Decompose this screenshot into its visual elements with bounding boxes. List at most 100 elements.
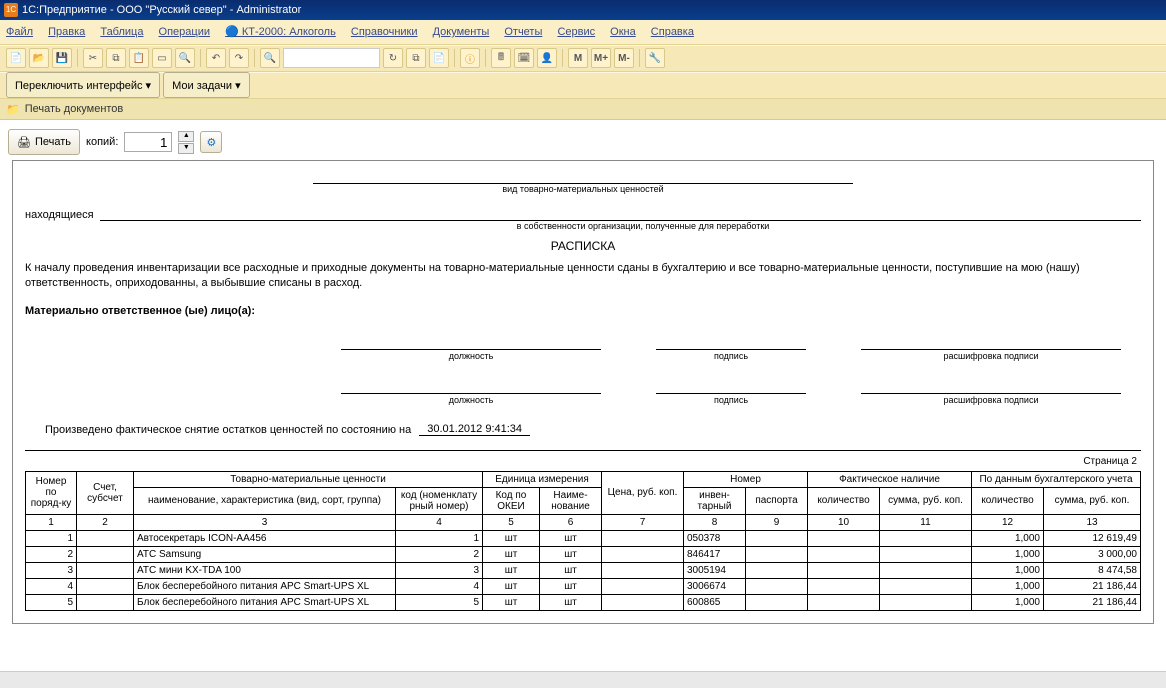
refresh-icon[interactable]: ↻ xyxy=(383,48,403,68)
wrench-icon[interactable]: 🔧 xyxy=(645,48,665,68)
calc-icon[interactable]: 🖩 xyxy=(491,48,511,68)
cell-uname: шт xyxy=(540,578,602,594)
memory-m-icon[interactable]: M xyxy=(568,48,588,68)
print-label: Печать xyxy=(35,136,71,148)
menu-table[interactable]: Таблица xyxy=(100,26,143,38)
memory-minus-icon[interactable]: M- xyxy=(614,48,634,68)
calendar-icon[interactable]: 🗓 xyxy=(514,48,534,68)
cell-okei: шт xyxy=(483,562,540,578)
cut-icon[interactable]: ✂ xyxy=(83,48,103,68)
copies-label: копий: xyxy=(86,136,118,148)
copies-down-icon[interactable]: ▼ xyxy=(178,143,194,154)
menu-file[interactable]: Файл xyxy=(6,26,33,38)
cell-n: 5 xyxy=(26,594,77,610)
menu-windows[interactable]: Окна xyxy=(610,26,636,38)
signature-caption: подпись xyxy=(656,351,806,361)
cell-n: 3 xyxy=(26,562,77,578)
settings-button[interactable]: ⚙ xyxy=(200,131,222,153)
memory-plus-icon[interactable]: M+ xyxy=(591,48,611,68)
menu-help[interactable]: Справка xyxy=(651,26,694,38)
document-title-bar: 📁 Печать документов xyxy=(0,99,1166,120)
undo-icon[interactable]: ↶ xyxy=(206,48,226,68)
cell-fact-sum xyxy=(880,562,972,578)
contacts-icon[interactable]: 👤 xyxy=(537,48,557,68)
th-tmc-name: наименование, характеристика (вид, сорт,… xyxy=(134,487,396,514)
cell-inv-no: 846417 xyxy=(684,546,746,562)
document-window-title: Печать документов xyxy=(25,103,124,115)
position-line xyxy=(341,335,601,350)
cell-fact-qty xyxy=(808,546,880,562)
title-bar: 1С:Предприятие - ООО "Русский север" - A… xyxy=(0,0,1166,20)
inventory-table: Номер по поряд-ку Счет, субсчет Товарно-… xyxy=(25,471,1141,611)
cell-inv-no: 050378 xyxy=(684,530,746,546)
find-icon[interactable]: 🔍 xyxy=(175,48,195,68)
th-unit-okei: Код по ОКЕИ xyxy=(483,487,540,514)
copy-icon[interactable]: ⧉ xyxy=(106,48,126,68)
cell-fact-sum xyxy=(880,578,972,594)
cell-book-qty: 1,000 xyxy=(972,578,1044,594)
table-row: 3АТС мини KX-TDA 1003штшт30051941,0008 4… xyxy=(26,562,1141,578)
cell-inv-no: 3006674 xyxy=(684,578,746,594)
zoom-combo[interactable] xyxy=(283,48,380,68)
position-caption: должность xyxy=(341,395,601,405)
cell-name: АТС мини KX-TDA 100 xyxy=(134,562,396,578)
colnum: 10 xyxy=(808,514,880,530)
help-icon[interactable]: ⓘ xyxy=(460,48,480,68)
switch-interface-button[interactable]: Переключить интерфейс ▾ xyxy=(6,72,160,98)
menu-reports[interactable]: Отчеты xyxy=(504,26,542,38)
menu-refs[interactable]: Справочники xyxy=(351,26,418,38)
cell-uname: шт xyxy=(540,530,602,546)
cell-inv-no: 600865 xyxy=(684,594,746,610)
cell-code: 2 xyxy=(396,546,483,562)
cell-book-sum: 12 619,49 xyxy=(1044,530,1141,546)
colnum: 9 xyxy=(746,514,808,530)
cell-book-sum: 21 186,44 xyxy=(1044,594,1141,610)
redo-icon[interactable]: ↷ xyxy=(229,48,249,68)
menu-operations[interactable]: Операции xyxy=(159,26,210,38)
doc-icon[interactable]: 📄 xyxy=(429,48,449,68)
cell-book-sum: 8 474,58 xyxy=(1044,562,1141,578)
horizontal-scrollbar[interactable] xyxy=(0,671,1166,688)
th-book: По данным бухгалтерского учета xyxy=(972,471,1141,487)
table-row: 2АТС Samsung2штшт8464171,0003 000,00 xyxy=(26,546,1141,562)
cell-account xyxy=(77,530,134,546)
menu-docs[interactable]: Документы xyxy=(433,26,490,38)
cell-okei: шт xyxy=(483,530,540,546)
printer-icon: 🖨 xyxy=(17,136,31,149)
cell-code: 3 xyxy=(396,562,483,578)
save-icon[interactable]: 💾 xyxy=(52,48,72,68)
colnum: 5 xyxy=(483,514,540,530)
new-file-icon[interactable]: 📄 xyxy=(6,48,26,68)
menu-service[interactable]: Сервис xyxy=(557,26,595,38)
copies-input[interactable] xyxy=(124,132,172,152)
cell-fact-qty xyxy=(808,594,880,610)
cell-uname: шт xyxy=(540,594,602,610)
cell-code: 5 xyxy=(396,594,483,610)
toolbar-separator xyxy=(454,49,455,67)
decipher-line xyxy=(861,335,1121,350)
th-qty2: количество xyxy=(972,487,1044,514)
zoom-icon[interactable]: 🔍 xyxy=(260,48,280,68)
menu-kt2000[interactable]: 🔵 КТ-2000: Алкоголь xyxy=(225,26,336,38)
decipher-caption: расшифровка подписи xyxy=(861,351,1121,361)
colnum: 12 xyxy=(972,514,1044,530)
copies-up-icon[interactable]: ▲ xyxy=(178,131,194,142)
cell-book-sum: 3 000,00 xyxy=(1044,546,1141,562)
paste-icon[interactable]: 📋 xyxy=(129,48,149,68)
th-unit-name: Наиме-нование xyxy=(540,487,602,514)
print-button[interactable]: 🖨 Печать xyxy=(8,129,80,155)
selection-icon[interactable]: ▭ xyxy=(152,48,172,68)
cell-price xyxy=(602,578,684,594)
cell-book-qty: 1,000 xyxy=(972,530,1044,546)
cell-name: Блок бесперебойного питания APC Smart-UP… xyxy=(134,594,396,610)
open-folder-icon[interactable]: 📂 xyxy=(29,48,49,68)
cell-code: 4 xyxy=(396,578,483,594)
folder-icon: 📁 xyxy=(6,103,20,116)
my-tasks-button[interactable]: Мои задачи ▾ xyxy=(163,72,250,98)
copy-special-icon[interactable]: ⧉ xyxy=(406,48,426,68)
colnum: 11 xyxy=(880,514,972,530)
colnum: 1 xyxy=(26,514,77,530)
cell-name: Автосекретарь ICON-AA456 xyxy=(134,530,396,546)
menu-edit[interactable]: Правка xyxy=(48,26,85,38)
cell-fact-sum xyxy=(880,546,972,562)
